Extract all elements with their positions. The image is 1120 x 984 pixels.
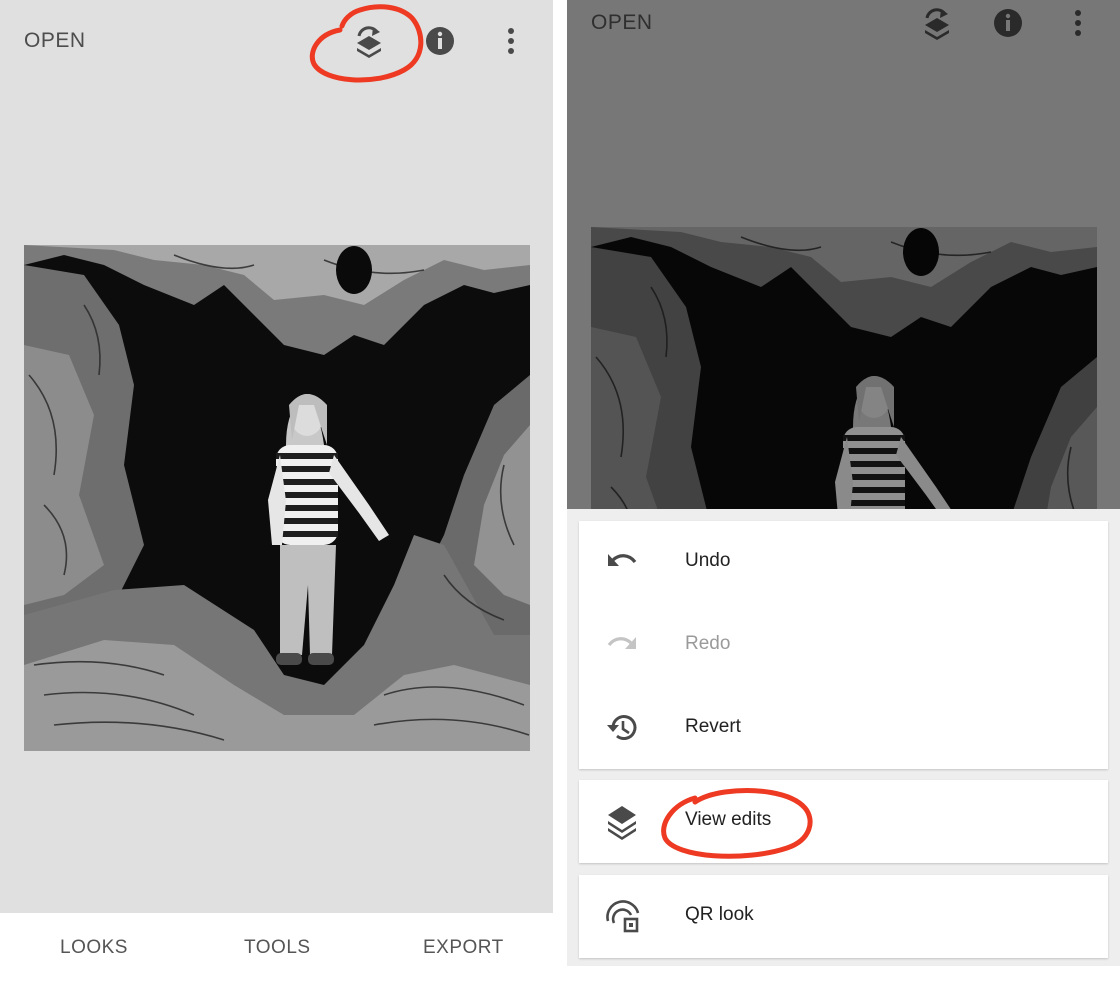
tab-looks[interactable]: LOOKS xyxy=(60,937,128,959)
right-screen: OPEN Undo Redo Revert View edits QR look xyxy=(567,0,1120,966)
undo-label: Undo xyxy=(685,550,731,571)
history-card: Undo Redo Revert xyxy=(579,521,1108,769)
edit-stack-icon[interactable] xyxy=(921,6,953,42)
qr-look-label: QR look xyxy=(685,904,754,925)
undo-icon xyxy=(608,554,637,566)
photo-canvas[interactable] xyxy=(24,245,530,751)
open-button[interactable]: OPEN xyxy=(24,29,86,53)
open-button[interactable]: OPEN xyxy=(591,11,653,35)
tab-export[interactable]: EXPORT xyxy=(423,937,504,959)
tab-tools[interactable]: TOOLS xyxy=(244,937,311,959)
top-toolbar-dimmed: OPEN xyxy=(567,0,1120,84)
menu-item-qr-look[interactable]: QR look xyxy=(579,875,1108,958)
edit-history-menu: Undo Redo Revert View edits QR look xyxy=(567,509,1120,966)
overflow-menu-icon[interactable] xyxy=(1071,8,1085,38)
left-screen: OPEN LOOKS TOOLS EXPORT xyxy=(0,0,553,984)
view-edits-card: View edits xyxy=(579,780,1108,863)
info-icon[interactable] xyxy=(993,8,1023,38)
history-icon xyxy=(607,715,637,740)
revert-label: Revert xyxy=(685,716,741,737)
menu-item-view-edits[interactable]: View edits xyxy=(579,780,1108,863)
layers-icon xyxy=(608,806,636,840)
menu-item-revert[interactable]: Revert xyxy=(579,687,1108,770)
view-edits-label: View edits xyxy=(685,809,772,830)
overflow-menu-icon[interactable] xyxy=(504,26,518,56)
photo-image xyxy=(24,245,530,751)
photo-image xyxy=(591,227,1097,509)
info-icon[interactable] xyxy=(425,26,455,56)
photo-canvas-dimmed xyxy=(591,227,1097,509)
redo-label: Redo xyxy=(685,633,731,654)
bottom-nav: LOOKS TOOLS EXPORT xyxy=(0,913,553,984)
redo-icon xyxy=(607,637,636,649)
menu-item-redo[interactable]: Redo xyxy=(579,604,1108,687)
top-toolbar: OPEN xyxy=(0,0,553,84)
qr-look-card: QR look xyxy=(579,875,1108,958)
qr-look-icon xyxy=(606,900,640,933)
menu-item-undo[interactable]: Undo xyxy=(579,521,1108,604)
edit-stack-icon[interactable] xyxy=(353,24,385,60)
